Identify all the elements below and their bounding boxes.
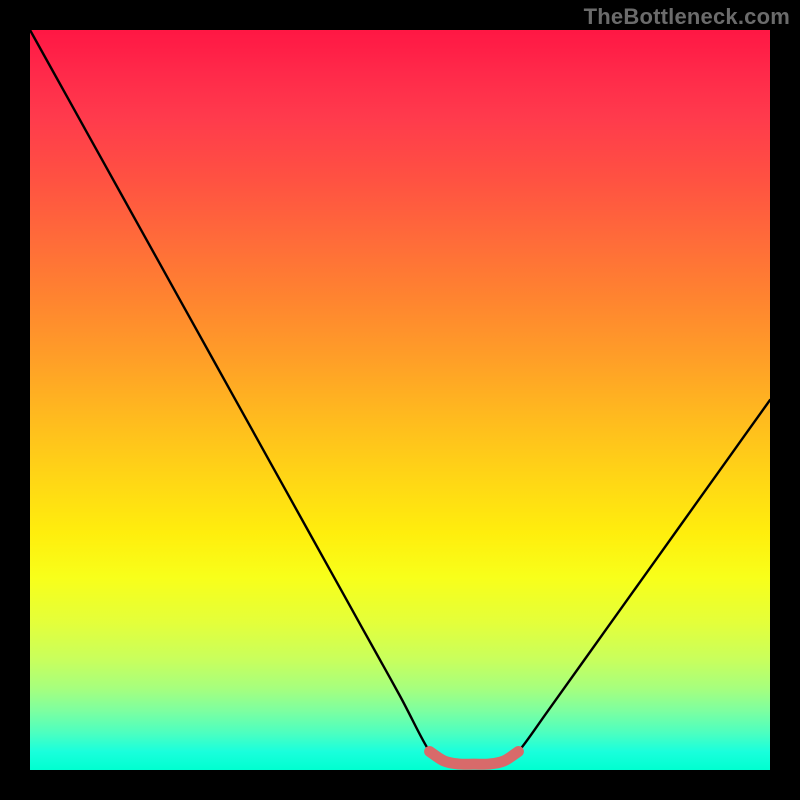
curve-svg [30,30,770,770]
chart-frame: TheBottleneck.com [0,0,800,800]
plot-area [30,30,770,770]
bottleneck-curve [30,30,770,764]
valley-highlight [430,752,519,765]
attribution-text: TheBottleneck.com [584,4,790,30]
